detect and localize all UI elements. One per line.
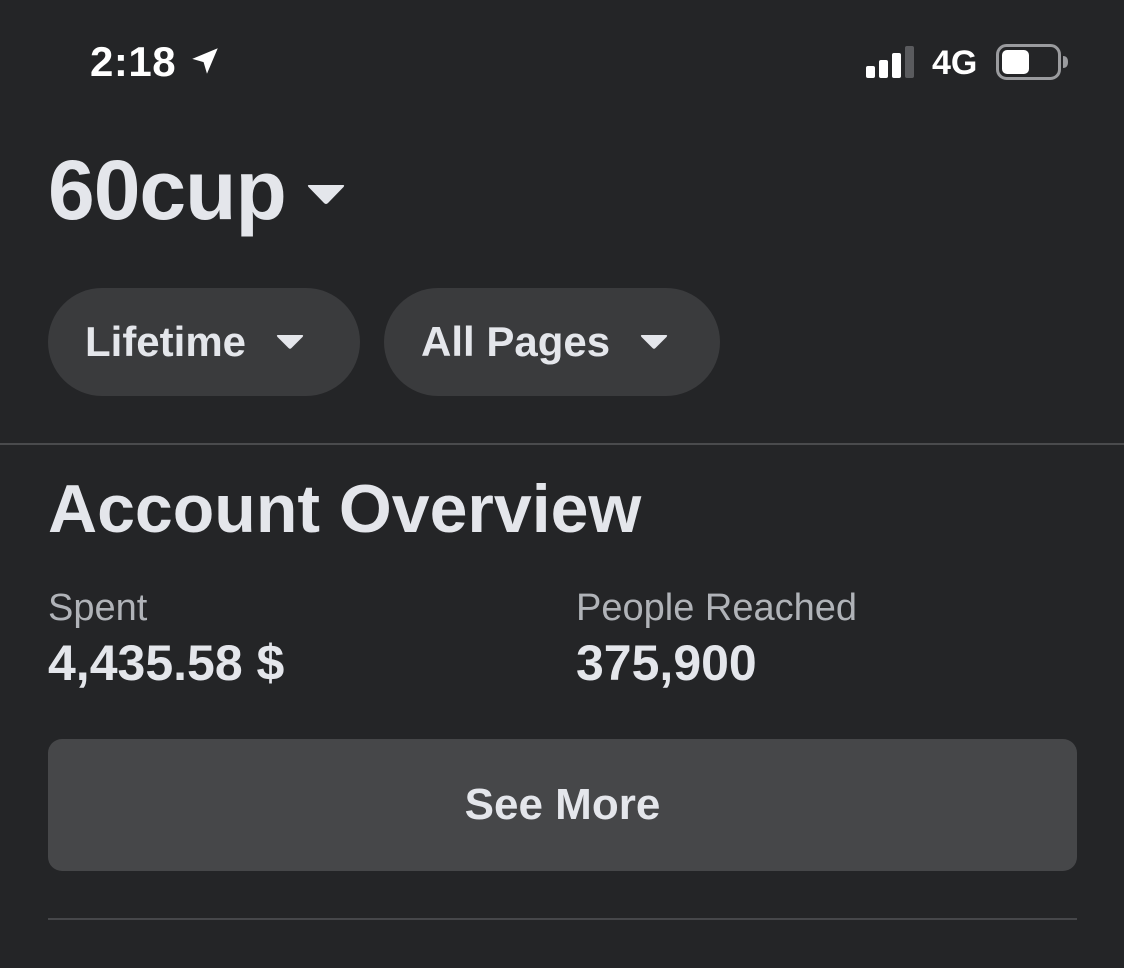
status-time: 2:18 — [90, 38, 177, 85]
bottom-divider — [48, 918, 1077, 920]
caret-down-icon — [276, 335, 304, 349]
see-more-button[interactable]: See More — [48, 739, 1077, 871]
network-type: 4G — [932, 44, 978, 82]
time-range-filter[interactable]: Lifetime — [48, 288, 360, 396]
section-title: Account Overview — [48, 471, 642, 547]
status-bar: 2:18 4G — [0, 0, 1124, 120]
people-reached-label: People Reached — [576, 587, 857, 629]
time-range-label: Lifetime — [85, 318, 247, 365]
pages-filter-label: All Pages — [421, 318, 611, 365]
people-reached-value: 375,900 — [576, 635, 757, 691]
spent-value: 4,435.58 $ — [48, 635, 285, 691]
signal-icon — [866, 46, 914, 78]
account-name: 60cup — [48, 142, 287, 237]
pages-filter[interactable]: All Pages — [384, 288, 720, 396]
spent-label: Spent — [48, 587, 148, 629]
section-divider — [0, 443, 1124, 445]
location-arrow-icon — [192, 48, 218, 74]
metric-people-reached: People Reached 375,900 — [576, 586, 857, 694]
see-more-label: See More — [464, 780, 661, 829]
battery-icon — [996, 44, 1068, 80]
caret-down-icon — [640, 335, 668, 349]
account-selector[interactable]: 60cup — [48, 140, 346, 240]
caret-down-icon — [307, 185, 344, 204]
metric-spent: Spent 4,435.58 $ — [48, 586, 284, 694]
